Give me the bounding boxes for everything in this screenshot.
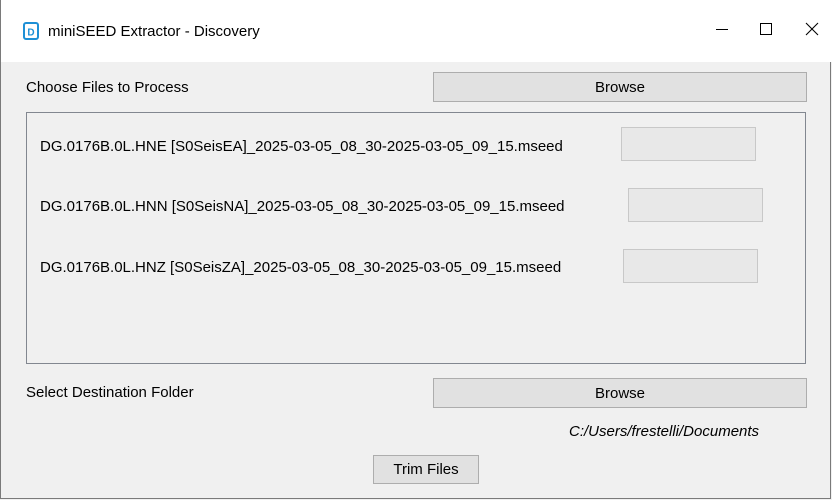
minimize-icon <box>716 22 728 40</box>
destination-label: Select Destination Folder <box>26 384 194 401</box>
file-item-box[interactable] <box>621 127 756 161</box>
maximize-button[interactable] <box>743 14 789 48</box>
file-item-label: DG.0176B.0L.HNN [S0SeisNA]_2025-03-05_08… <box>40 198 565 215</box>
window-title: miniSEED Extractor - Discovery <box>48 23 260 40</box>
maximize-icon <box>760 22 772 40</box>
trim-files-button[interactable]: Trim Files <box>373 455 479 484</box>
app-d-icon: D <box>23 22 39 40</box>
browse-destination-button[interactable]: Browse <box>433 378 807 408</box>
file-item-box[interactable] <box>623 249 758 283</box>
choose-files-label: Choose Files to Process <box>26 79 189 96</box>
title-bar[interactable]: D miniSEED Extractor - Discovery <box>1 0 832 62</box>
close-button[interactable] <box>789 14 832 48</box>
file-list-panel: DG.0176B.0L.HNE [S0SeisEA]_2025-03-05_08… <box>26 112 806 364</box>
minimize-button[interactable] <box>699 14 745 48</box>
file-item-label: DG.0176B.0L.HNZ [S0SeisZA]_2025-03-05_08… <box>40 259 562 276</box>
destination-path: C:/Users/frestelli/Documents <box>569 423 760 440</box>
app-window: D miniSEED Extractor - Discovery Choose … <box>0 0 832 499</box>
svg-text:D: D <box>27 28 34 39</box>
close-icon <box>805 22 819 41</box>
browse-files-button[interactable]: Browse <box>433 72 807 102</box>
file-item-box[interactable] <box>628 188 763 222</box>
file-item-label: DG.0176B.0L.HNE [S0SeisEA]_2025-03-05_08… <box>40 138 563 155</box>
